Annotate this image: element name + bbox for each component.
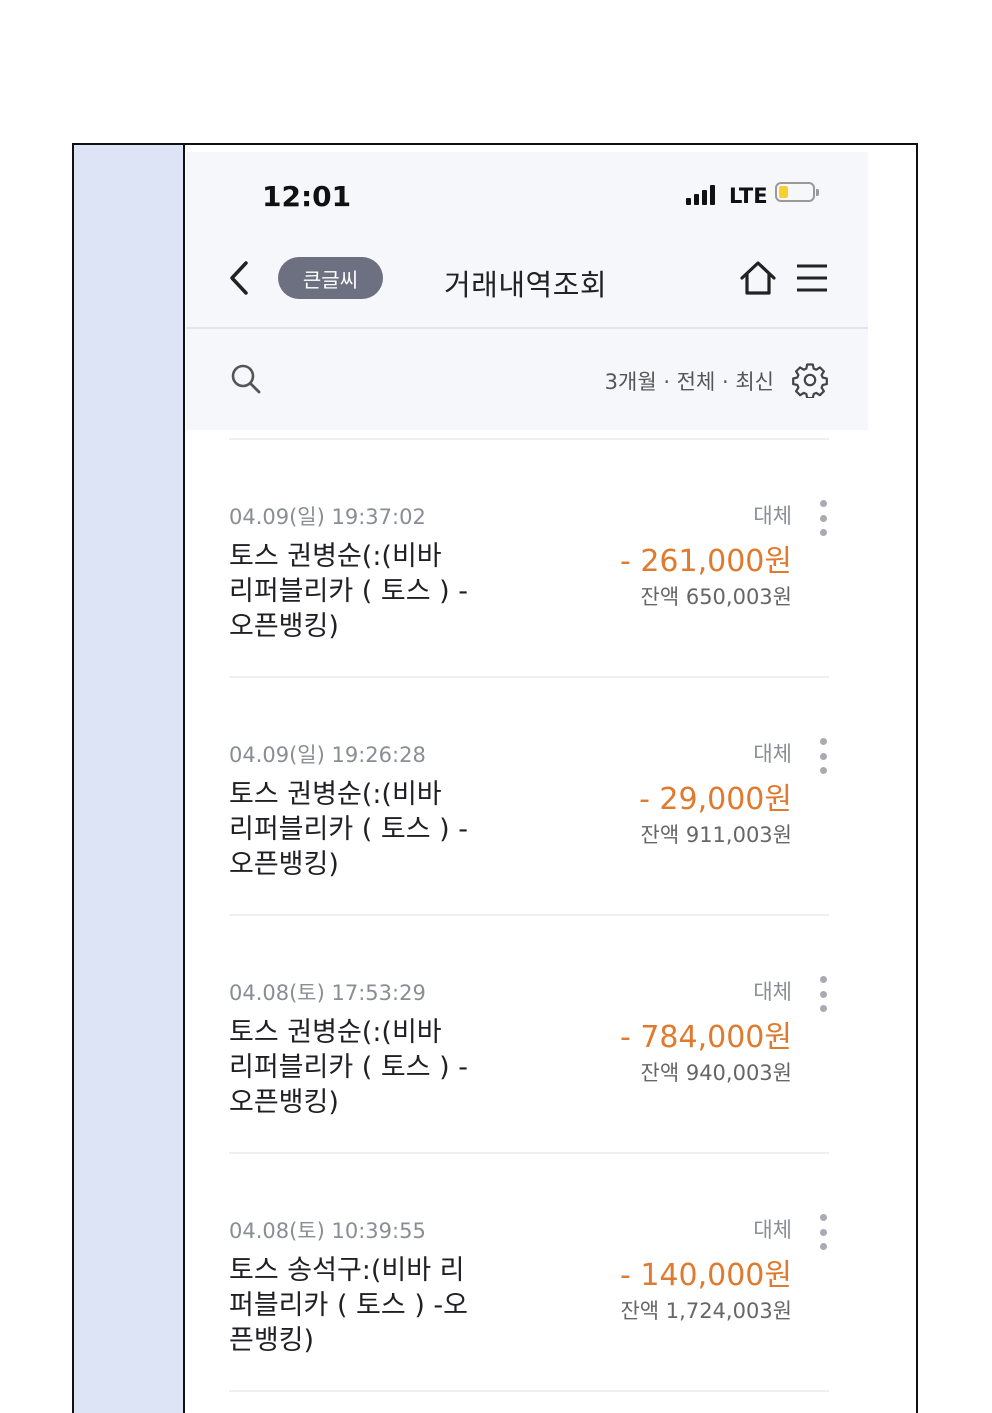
transaction-type: 대체 xyxy=(753,980,792,1004)
screenshot-frame: 12:01 LTE 큰글씨 거래내역조회 3개월 · 전체 · 최신 04.09… xyxy=(72,143,918,1413)
more-options-icon[interactable] xyxy=(817,500,829,536)
transaction-balance: 잔액 940,003원 xyxy=(640,1061,792,1085)
network-label: LTE xyxy=(729,184,768,208)
hamburger-menu-icon[interactable] xyxy=(794,260,830,296)
nav-bar: 큰글씨 거래내역조회 xyxy=(186,236,868,329)
status-time: 12:01 xyxy=(262,180,352,213)
transaction-datetime: 04.08(토) 17:53:29 xyxy=(229,981,426,1005)
phone-screen: 12:01 LTE 큰글씨 거래내역조회 3개월 · 전체 · 최신 04.09… xyxy=(186,152,868,1412)
transaction-balance: 잔액 1,724,003원 xyxy=(620,1299,792,1323)
transaction-row[interactable]: 04.09(일) 19:37:02 토스 권병순(:(비바 리퍼블리카 ( 토스… xyxy=(229,440,829,678)
back-arrow-icon[interactable] xyxy=(224,258,254,298)
gear-icon[interactable] xyxy=(792,362,828,398)
home-icon[interactable] xyxy=(738,258,778,298)
more-options-icon[interactable] xyxy=(817,738,829,774)
transaction-balance: 잔액 650,003원 xyxy=(640,585,792,609)
transaction-type: 대체 xyxy=(753,742,792,766)
transaction-row[interactable]: 04.08(토) 17:53:29 토스 권병순(:(비바 리퍼블리카 ( 토스… xyxy=(229,916,829,1154)
filter-summary[interactable]: 3개월 · 전체 · 최신 xyxy=(605,366,774,396)
transaction-datetime: 04.09(일) 19:37:02 xyxy=(229,505,426,529)
transaction-amount: - 784,000원 xyxy=(619,1020,792,1055)
more-options-icon[interactable] xyxy=(817,976,829,1012)
large-text-toggle-button[interactable]: 큰글씨 xyxy=(278,257,383,299)
transaction-description: 토스 권병순(:(비바 리퍼블리카 ( 토스 ) -오픈뱅킹) xyxy=(229,541,469,642)
transaction-datetime: 04.09(일) 19:26:28 xyxy=(229,743,426,767)
transaction-type: 대체 xyxy=(753,1218,792,1242)
transaction-balance: 잔액 911,003원 xyxy=(640,823,792,847)
more-options-icon[interactable] xyxy=(817,1214,829,1250)
search-filter-bar: 3개월 · 전체 · 최신 xyxy=(186,329,868,430)
transaction-description: 토스 송석구:(비바 리퍼블리카 ( 토스 ) -오픈뱅킹) xyxy=(229,1255,469,1356)
transaction-datetime: 04.08(토) 10:39:55 xyxy=(229,1219,426,1243)
transaction-row[interactable]: 04.09(일) 19:26:28 토스 권병순(:(비바 리퍼블리카 ( 토스… xyxy=(229,678,829,916)
side-panel xyxy=(74,145,185,1413)
transaction-amount: - 140,000원 xyxy=(619,1258,792,1293)
transaction-amount: - 261,000원 xyxy=(619,544,792,579)
signal-icon xyxy=(686,185,715,205)
transaction-list: 04.09(일) 19:37:02 토스 권병순(:(비바 리퍼블리카 ( 토스… xyxy=(229,438,829,1392)
transaction-description: 토스 권병순(:(비바 리퍼블리카 ( 토스 ) -오픈뱅킹) xyxy=(229,1017,469,1118)
page-title: 거래내역조회 xyxy=(444,268,608,302)
search-icon[interactable] xyxy=(230,363,262,395)
transaction-description: 토스 권병순(:(비바 리퍼블리카 ( 토스 ) -오픈뱅킹) xyxy=(229,779,469,880)
transaction-amount: - 29,000원 xyxy=(639,782,792,817)
battery-icon xyxy=(775,182,819,202)
transaction-row[interactable]: 04.08(토) 10:39:55 토스 송석구:(비바 리퍼블리카 ( 토스 … xyxy=(229,1154,829,1392)
transaction-type: 대체 xyxy=(753,504,792,528)
status-bar: 12:01 LTE xyxy=(186,152,868,236)
